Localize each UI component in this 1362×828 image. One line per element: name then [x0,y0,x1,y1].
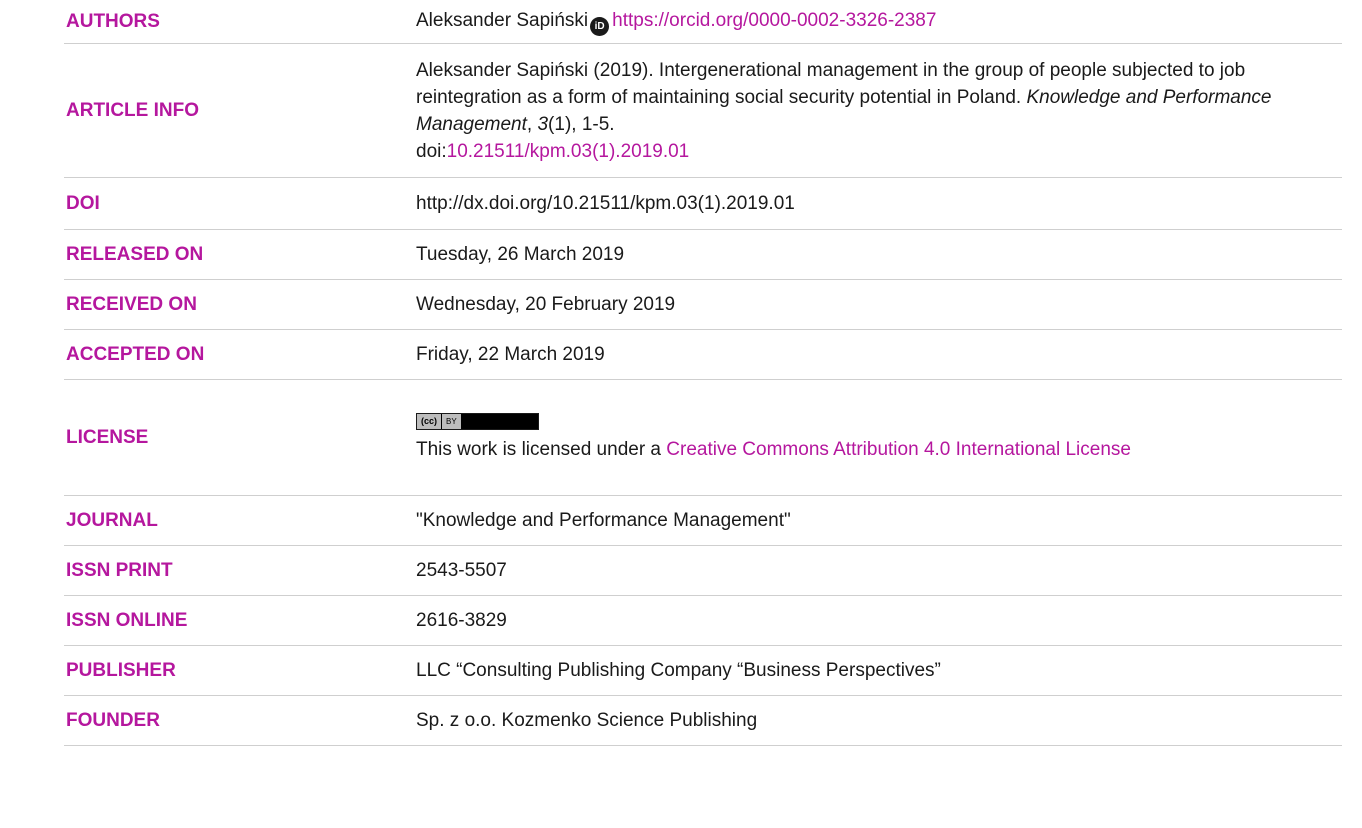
journal-label: JOURNAL [66,509,158,531]
license-value: (cc) BY This work is licensed under a Cre… [416,380,1342,495]
citation-pages: (1), 1-5. [548,113,615,135]
issn-print-value: 2543-5507 [416,560,507,581]
founder-value: Sp. z o.o. Kozmenko Science Publishing [416,710,758,731]
doi-value: http://dx.doi.org/10.21511/kpm.03(1).201… [416,193,795,214]
issn-online-row: ISSN ONLINE 2616-3829 [64,596,1342,646]
publisher-label: PUBLISHER [66,659,176,681]
issn-online-value: 2616-3829 [416,610,507,631]
received-on-row: RECEIVED ON Wednesday, 20 February 2019 [64,280,1342,330]
released-on-label: RELEASED ON [66,243,204,265]
issn-online-label: ISSN ONLINE [66,609,188,631]
by-badge-text: BY [442,413,461,429]
citation: Aleksander Sapiński (2019). Intergenerat… [416,57,1336,165]
doi-row: DOI http://dx.doi.org/10.21511/kpm.03(1)… [64,178,1342,230]
authors-value: Aleksander Sapiński iD https://orcid.org/0… [416,0,1342,43]
released-on-row: RELEASED ON Tuesday, 26 March 2019 [64,230,1342,280]
citation-doi-link[interactable]: 10.21511/kpm.03(1).2019.01 [447,141,690,162]
cc-badge-text: (cc) [417,413,443,429]
issn-print-row: ISSN PRINT 2543-5507 [64,546,1342,596]
citation-comma: , [526,113,538,135]
accepted-on-value: Friday, 22 March 2019 [416,344,605,365]
publisher-row: PUBLISHER LLC “Consulting Publishing Com… [64,646,1342,696]
article-metadata-table: AUTHORS Aleksander Sapiński iD https://orc… [64,0,1342,746]
citation-volume: 3 [537,113,549,135]
received-on-value: Wednesday, 20 February 2019 [416,294,676,315]
license-text: This work is licensed under a [416,438,667,460]
license-row: LICENSE (cc) BY This work is licensed und… [64,380,1342,496]
doi-label: DOI [66,192,100,214]
founder-label: FOUNDER [66,709,160,731]
article-info-value: Aleksander Sapiński (2019). Intergenerat… [416,44,1342,177]
license-label: LICENSE [66,426,149,448]
journal-row: JOURNAL "Knowledge and Performance Manag… [64,496,1342,546]
license-link[interactable]: Creative Commons Attribution 4.0 Interna… [666,439,1131,460]
orcid-link[interactable]: https://orcid.org/0000-0002-3326-2387 [612,10,936,31]
cc-by-badge-icon[interactable]: (cc) BY [416,412,539,430]
author-name: Aleksander Sapiński [416,10,589,31]
article-info-row: ARTICLE INFO Aleksander Sapiński (2019).… [64,44,1342,178]
issn-print-label: ISSN PRINT [66,559,173,581]
accepted-on-row: ACCEPTED ON Friday, 22 March 2019 [64,330,1342,380]
accepted-on-label: ACCEPTED ON [66,343,205,365]
article-info-label: ARTICLE INFO [66,99,199,121]
orcid-icon: iD [590,17,610,36]
citation-doi-prefix: doi: [416,140,447,162]
released-on-value: Tuesday, 26 March 2019 [416,244,625,265]
received-on-label: RECEIVED ON [66,293,197,315]
authors-label: AUTHORS [66,10,160,32]
founder-row: FOUNDER Sp. z o.o. Kozmenko Science Publ… [64,696,1342,746]
publisher-value: LLC “Consulting Publishing Company “Busi… [416,660,941,681]
journal-value: "Knowledge and Performance Management" [416,510,791,531]
authors-row: AUTHORS Aleksander Sapiński iD https://orc… [64,0,1342,44]
